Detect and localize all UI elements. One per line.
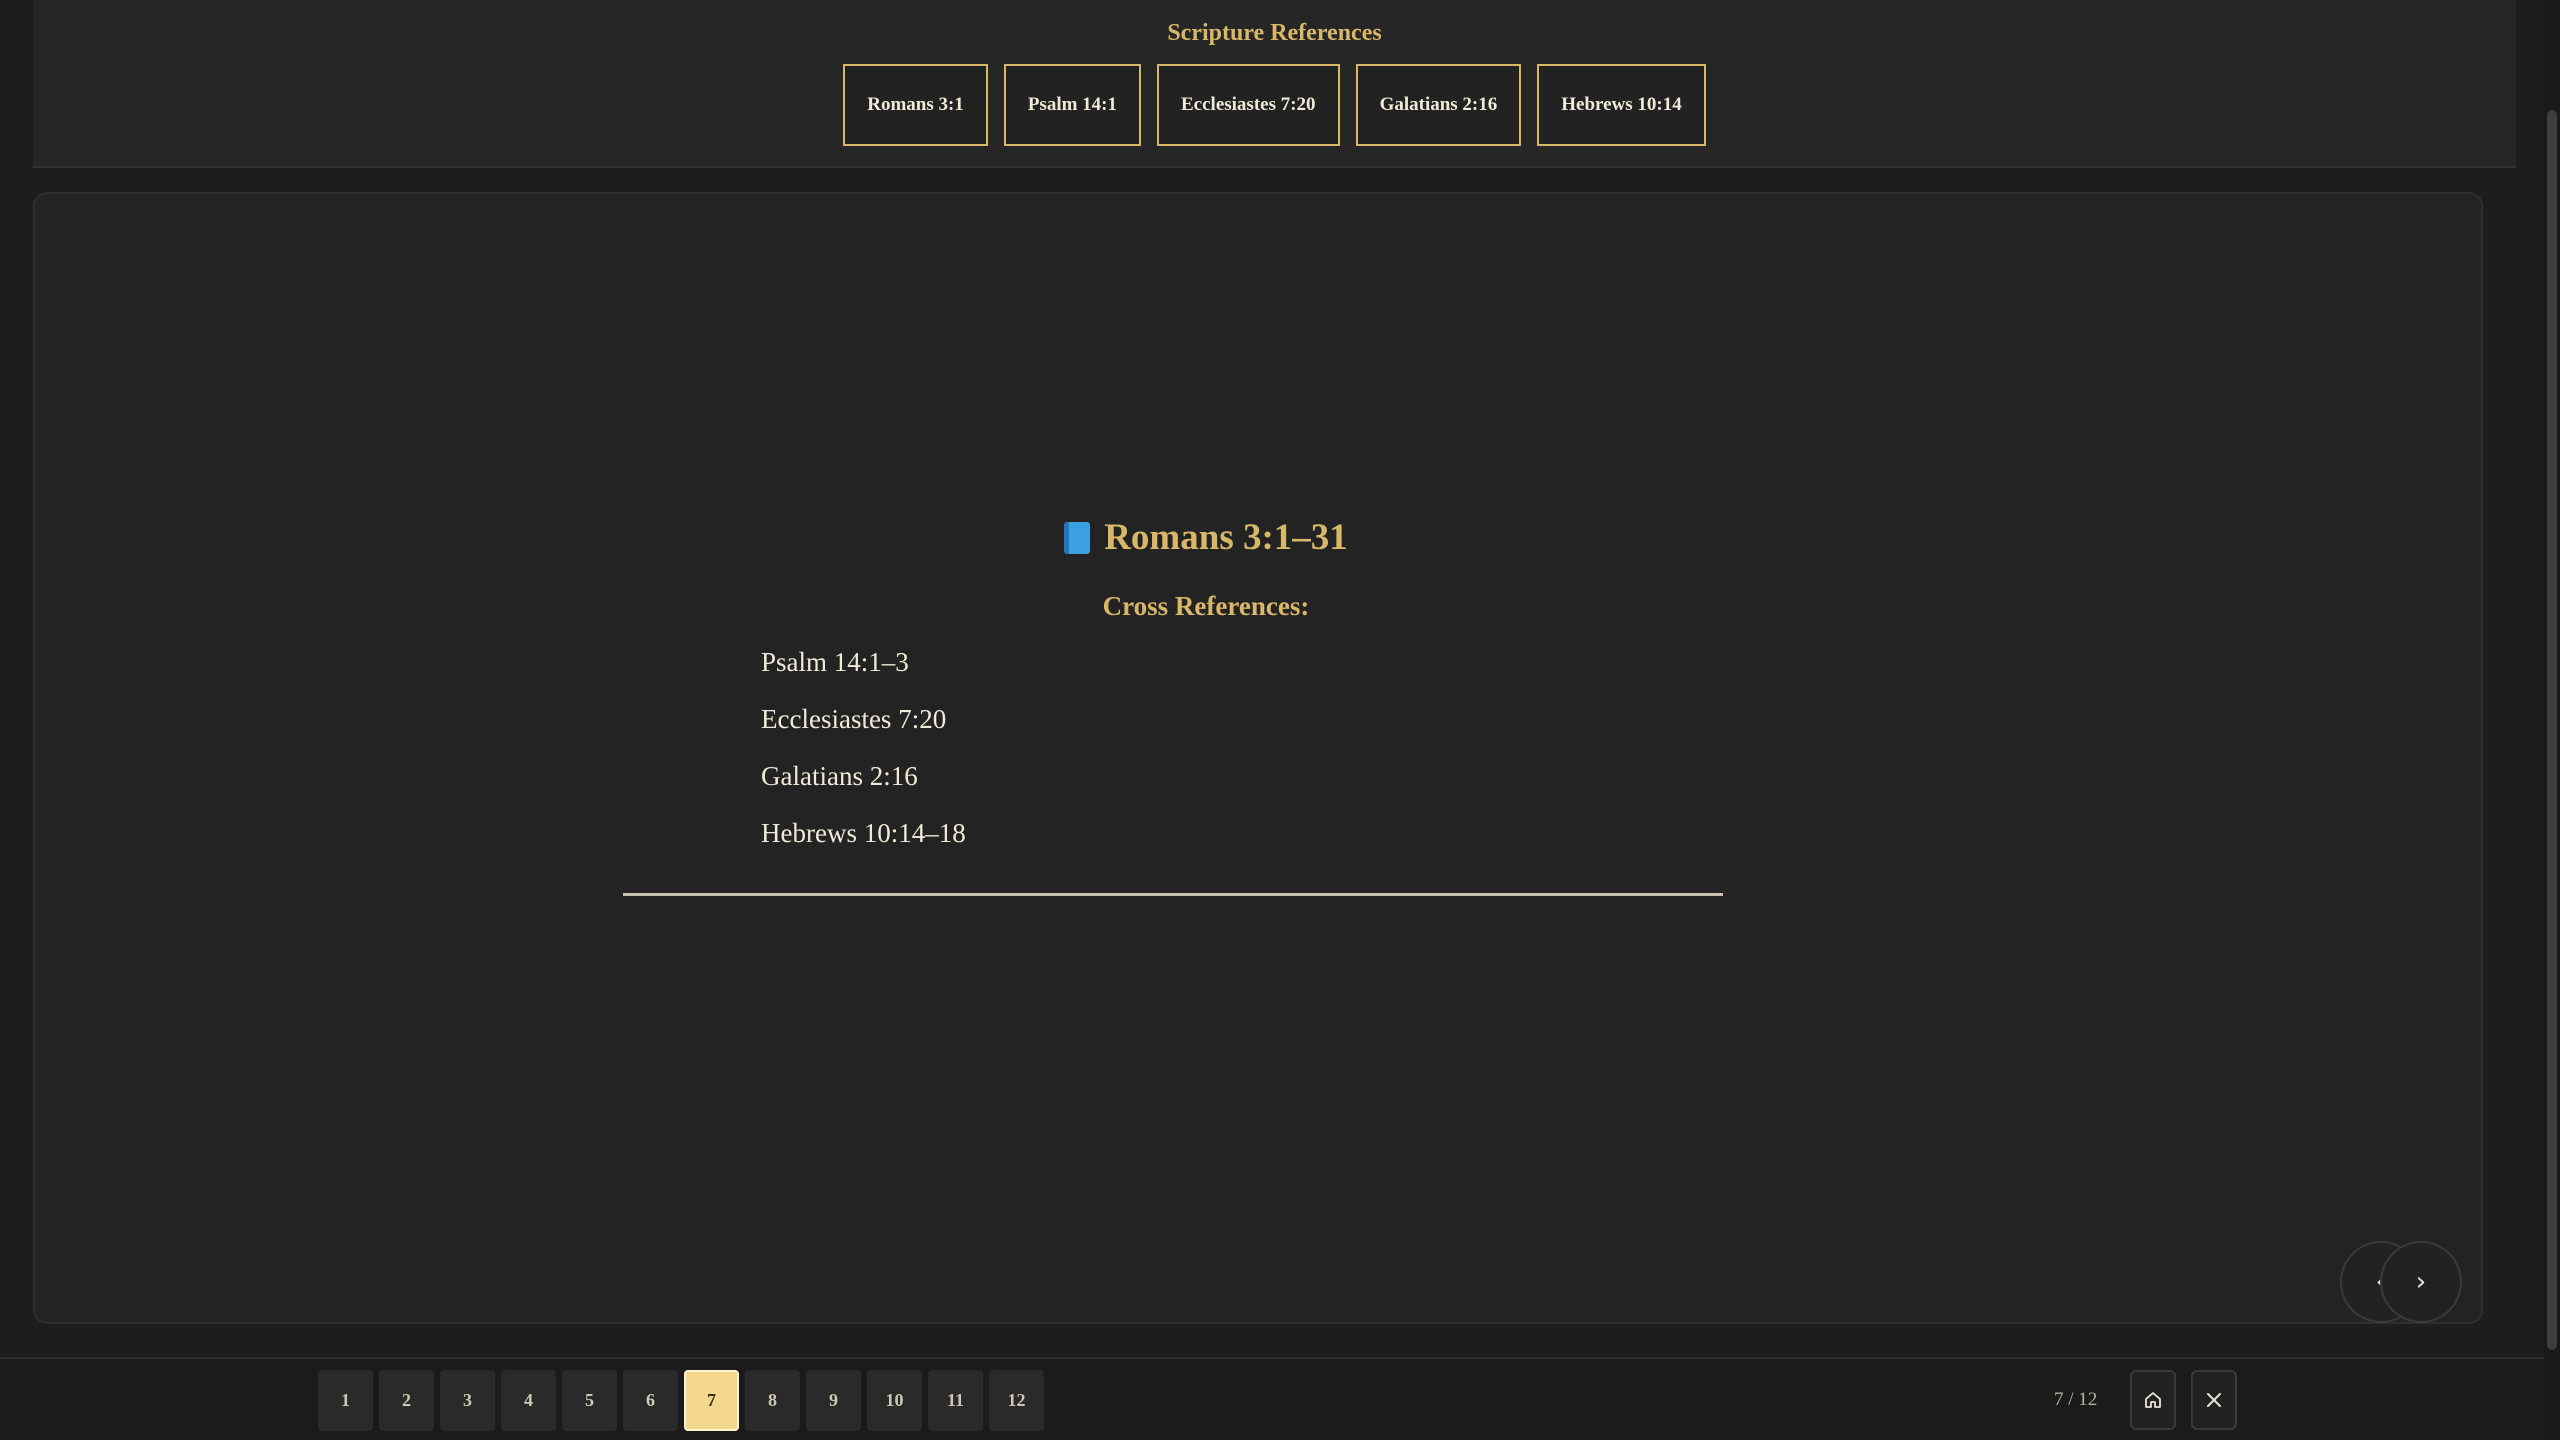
- page-selector: 1 2 3 4 5 6 7 8 9 10 11 12: [318, 1370, 1044, 1431]
- cross-references-list: Psalm 14:1–3 Ecclesiastes 7:20 Galatians…: [761, 642, 966, 870]
- page-button-5[interactable]: 5: [562, 1370, 617, 1431]
- page-button-3[interactable]: 3: [440, 1370, 495, 1431]
- page-button-6[interactable]: 6: [623, 1370, 678, 1431]
- references-title: Scripture References: [1167, 20, 1382, 46]
- slide-card: Romans 3:1–31 Cross References: Psalm 14…: [33, 192, 2483, 1324]
- scrollbar-thumb[interactable]: [2547, 110, 2557, 1350]
- home-button[interactable]: [2130, 1370, 2176, 1430]
- book-icon: [1064, 521, 1091, 554]
- page-button-10[interactable]: 10: [867, 1370, 922, 1431]
- page-counter: 7 / 12: [2054, 1389, 2098, 1410]
- scrollbar[interactable]: [2544, 0, 2560, 1440]
- divider: [623, 893, 1723, 896]
- ref-button-galatians[interactable]: Galatians 2:16: [1355, 64, 1522, 146]
- close-icon: [2207, 1393, 2221, 1407]
- home-icon: [2145, 1392, 2161, 1408]
- slide-heading-text: Romans 3:1–31: [1104, 517, 1348, 558]
- page-button-2[interactable]: 2: [379, 1370, 434, 1431]
- cross-references-title: Cross References:: [1102, 591, 1310, 621]
- ref-button-hebrews[interactable]: Hebrews 10:14: [1537, 64, 1706, 146]
- close-button[interactable]: [2191, 1370, 2237, 1430]
- bottom-navigation-bar: 1 2 3 4 5 6 7 8 9 10 11 12 7 / 12: [0, 1357, 2544, 1440]
- ref-button-romans[interactable]: Romans 3:1: [843, 64, 988, 146]
- slide-heading: Romans 3:1–31: [35, 516, 2377, 559]
- ref-button-psalm[interactable]: Psalm 14:1: [1003, 64, 1141, 146]
- cross-reference-item: Psalm 14:1–3: [761, 647, 909, 677]
- references-row: Romans 3:1 Psalm 14:1 Ecclesiastes 7:20 …: [33, 64, 2516, 146]
- scripture-references-panel: Scripture References Romans 3:1 Psalm 14…: [33, 0, 2516, 168]
- cross-reference-item: Ecclesiastes 7:20: [761, 704, 947, 734]
- page-button-8[interactable]: 8: [745, 1370, 800, 1431]
- cross-reference-item: Galatians 2:16: [761, 761, 918, 791]
- page-button-9[interactable]: 9: [806, 1370, 861, 1431]
- page-button-4[interactable]: 4: [501, 1370, 556, 1431]
- next-slide-button[interactable]: ›: [2380, 1241, 2462, 1323]
- page-button-11[interactable]: 11: [928, 1370, 983, 1431]
- cross-reference-item: Hebrews 10:14–18: [761, 818, 966, 848]
- ref-button-ecclesiastes[interactable]: Ecclesiastes 7:20: [1157, 64, 1340, 146]
- chevron-right-icon: ›: [2415, 1267, 2427, 1297]
- page-button-7[interactable]: 7: [684, 1370, 739, 1431]
- page-button-1[interactable]: 1: [318, 1370, 373, 1431]
- page-button-12[interactable]: 12: [989, 1370, 1044, 1431]
